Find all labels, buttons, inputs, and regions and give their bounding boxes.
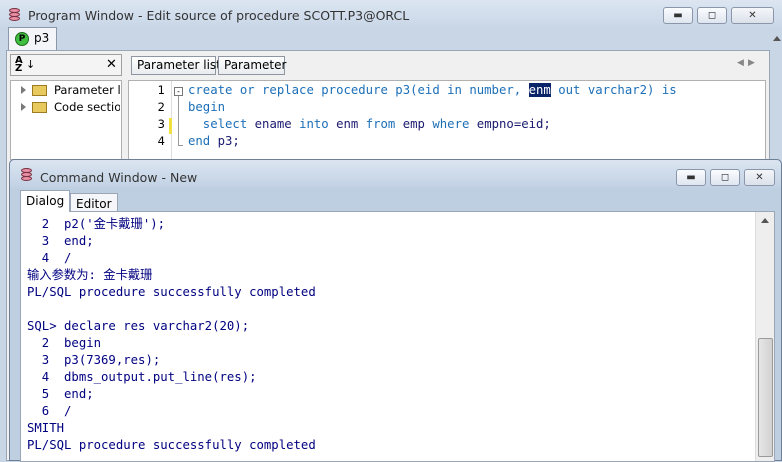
- code-line: create or replace procedure p3(eid in nu…: [188, 82, 677, 99]
- maximize-button[interactable]: ◻: [710, 169, 740, 186]
- code-editor[interactable]: 1 2 3 4 - create or replace procedure p3(ei…: [128, 80, 766, 161]
- tree-item-label: Parameter lis: [54, 83, 120, 97]
- expand-arrow-icon[interactable]: [21, 86, 26, 94]
- tab-p3[interactable]: P p3: [8, 27, 57, 50]
- gutter-line-number: 3: [157, 117, 165, 131]
- code-line: select ename into enm from emp where emp…: [188, 116, 677, 133]
- sort-arrow-icon: ↓: [26, 58, 36, 71]
- fold-line: [178, 96, 179, 146]
- gutter-line-number: 2: [157, 100, 165, 114]
- command-window-title: Command Window - New: [40, 170, 198, 185]
- program-window-title: Program Window - Edit source of procedur…: [28, 8, 410, 23]
- output-line: 2 p2('金卡戴珊');: [27, 217, 166, 231]
- close-button[interactable]: ✕: [731, 7, 774, 24]
- program-window-titlebar[interactable]: Program Window - Edit source of procedur…: [0, 0, 782, 30]
- vertical-scrollbar[interactable]: [755, 212, 774, 461]
- close-tree-icon[interactable]: ✕: [106, 57, 117, 72]
- code-token: p3(eid: [395, 83, 448, 97]
- code-token: where: [432, 117, 477, 131]
- output-line: SQL> declare res varchar2(20);: [27, 319, 250, 333]
- sort-az-icon[interactable]: AZ: [15, 56, 23, 74]
- code-token: enm: [528, 83, 551, 97]
- minimize-button[interactable]: ▬: [676, 169, 706, 186]
- output-line: PL/SQL procedure successfully completed: [27, 438, 316, 452]
- code-token: ename: [254, 117, 300, 131]
- tree-item-code-section[interactable]: Code sectior: [20, 100, 120, 116]
- output-line: 4 /: [27, 251, 72, 265]
- minimize-button[interactable]: ▬: [663, 7, 693, 24]
- tree-item-parameter-list[interactable]: Parameter lis: [20, 83, 120, 99]
- expand-arrow-icon[interactable]: [21, 103, 26, 111]
- scroll-up-arrow-icon[interactable]: [773, 36, 781, 41]
- database-icon: [9, 8, 20, 21]
- code-token: create or replace procedure: [188, 83, 396, 97]
- code-token: from: [365, 117, 403, 131]
- maximize-button[interactable]: ◻: [697, 7, 727, 24]
- code-token: in number: [447, 83, 514, 97]
- database-icon: [21, 168, 32, 181]
- gutter-line-number: 4: [157, 134, 165, 148]
- output-line: 4 dbms_output.put_line(res);: [27, 370, 257, 384]
- tab-editor[interactable]: Editor: [70, 193, 118, 212]
- folder-icon: [32, 102, 47, 113]
- tab-dialog[interactable]: Dialog: [20, 190, 71, 212]
- fold-toggle-icon[interactable]: -: [174, 87, 183, 96]
- output-line: 6 /: [27, 404, 72, 418]
- code-token: into: [299, 117, 337, 131]
- output-line: 5 end;: [27, 387, 94, 401]
- output-line: 输入参数为: 金卡戴珊: [27, 268, 153, 282]
- change-marker: [169, 118, 172, 134]
- close-button[interactable]: ✕: [744, 169, 775, 186]
- fold-end: [178, 145, 183, 146]
- scrollbar-thumb[interactable]: [758, 338, 773, 457]
- code-token: begin: [188, 100, 226, 114]
- output-area[interactable]: 2 p2('金卡戴珊'); 3 end; 4 / 输入参数为: 金卡戴珊 PL/SQ…: [20, 211, 775, 462]
- gutter-line-number: 1: [157, 83, 165, 97]
- tree-item-label: Code sectior: [54, 100, 120, 114]
- code-token: out varchar2) is: [550, 83, 677, 97]
- parameter-list-button[interactable]: Parameter list: [131, 56, 221, 75]
- code-token: select: [188, 117, 255, 131]
- code-token: empno=eid;: [476, 117, 551, 131]
- output-line: 3 end;: [27, 234, 94, 248]
- output-line: 2 begin: [27, 336, 102, 350]
- left-toolbar: AZ ↓ ✕: [10, 54, 122, 76]
- scroll-right-arrow-icon[interactable]: ▶: [748, 58, 755, 68]
- code-token: enm: [336, 117, 366, 131]
- tab-p3-label: p3: [34, 31, 50, 45]
- code-token: end: [188, 134, 218, 148]
- output-line: 3 p3(7369,res);: [27, 353, 161, 367]
- scroll-up-arrow-icon[interactable]: [761, 218, 769, 223]
- output-line: SMITH: [27, 421, 65, 435]
- code-token: p3;: [217, 134, 240, 148]
- code-line: end p3;: [188, 133, 677, 150]
- code-lines: create or replace procedure p3(eid in nu…: [188, 82, 677, 150]
- parameter-button[interactable]: Parameter: [218, 56, 286, 75]
- gutter: 1 2 3 4: [129, 81, 172, 161]
- code-line: begin: [188, 99, 677, 116]
- procedure-icon: P: [15, 32, 29, 46]
- code-token: emp: [402, 117, 433, 131]
- code-token: ,: [513, 83, 529, 97]
- scroll-left-arrow-icon[interactable]: ◀: [737, 58, 744, 68]
- output-line: PL/SQL procedure successfully completed: [27, 285, 316, 299]
- command-window-titlebar[interactable]: Command Window - New ▬ ◻ ✕: [10, 160, 781, 188]
- folder-icon: [32, 85, 47, 96]
- program-tab-strip: [6, 27, 770, 50]
- command-window: Command Window - New ▬ ◻ ✕ Dialog Editor…: [9, 159, 782, 462]
